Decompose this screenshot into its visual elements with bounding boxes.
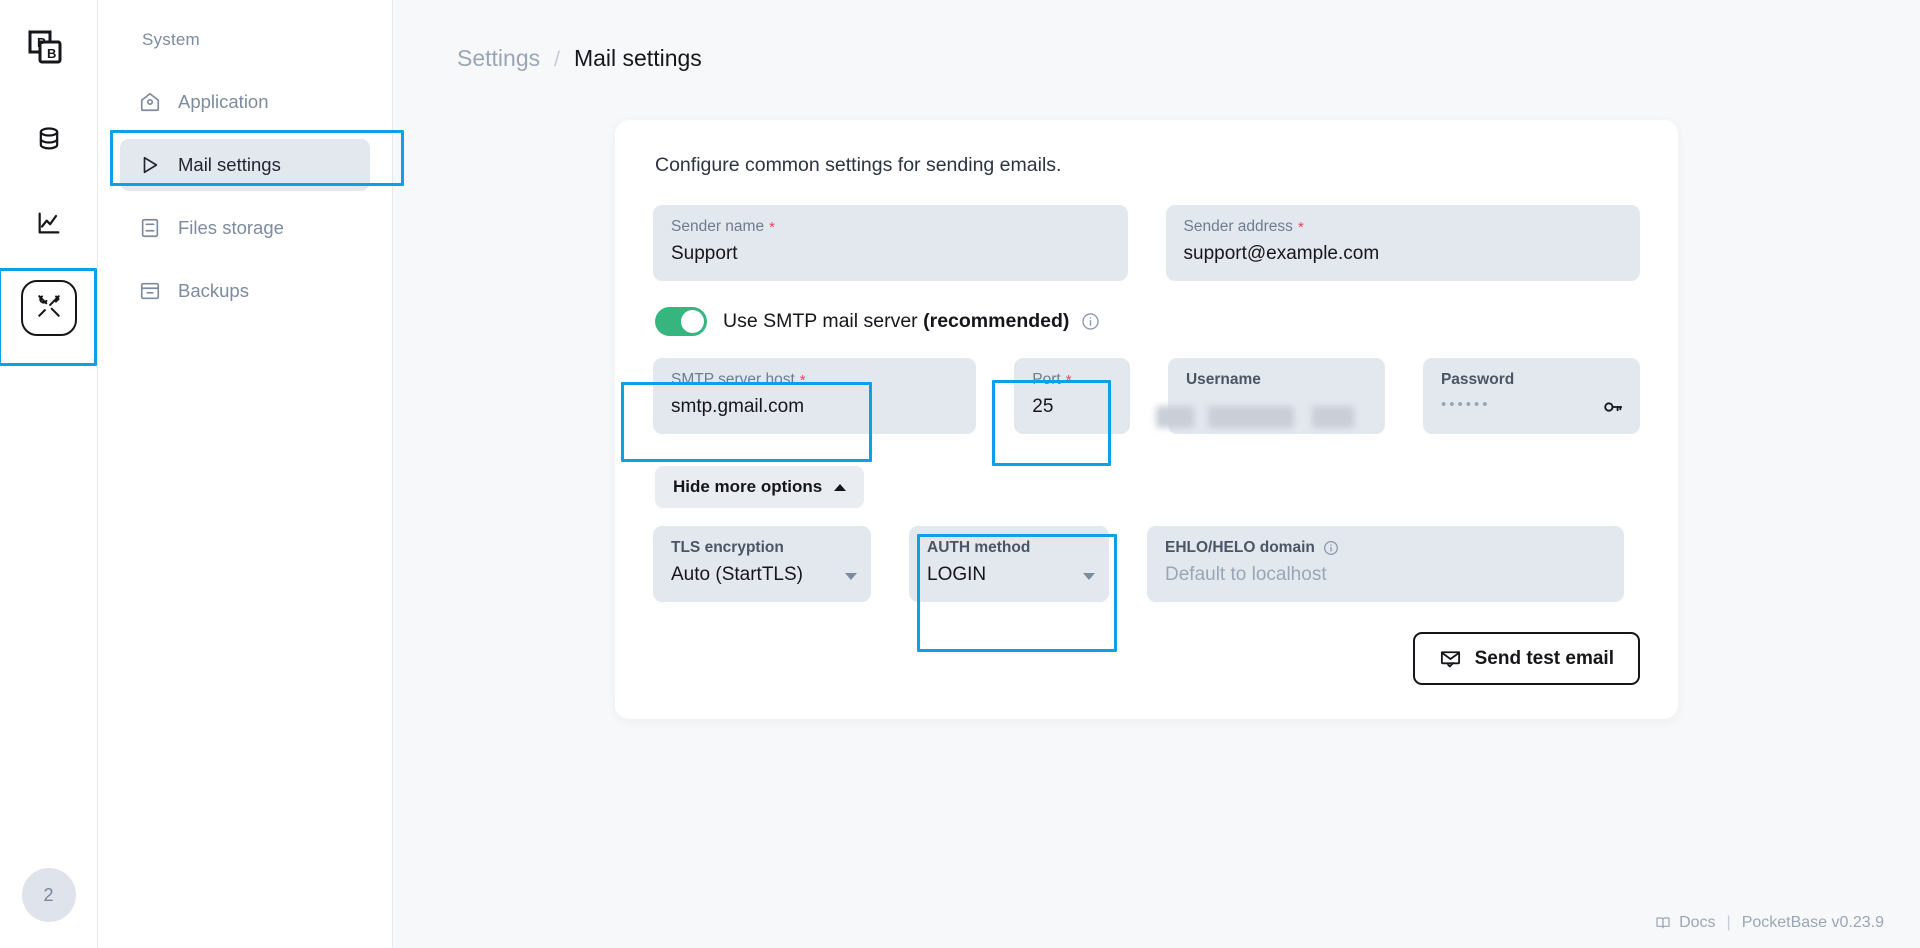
send-test-email-label: Send test email	[1474, 647, 1614, 669]
ehlo-domain-label: EHLO/HELO domain	[1165, 539, 1606, 557]
tools-icon	[36, 293, 62, 324]
ehlo-domain-placeholder: Default to localhost	[1165, 564, 1327, 585]
chevron-down-icon	[845, 573, 857, 580]
key-icon[interactable]	[1602, 396, 1624, 423]
hide-more-options-label: Hide more options	[673, 477, 823, 496]
hide-more-options-button[interactable]: Hide more options	[655, 466, 865, 508]
box-icon	[138, 279, 162, 303]
play-triangle-icon	[138, 153, 162, 177]
recommended-text: (recommended)	[923, 310, 1070, 332]
use-smtp-label: Use SMTP mail server (recommended)	[723, 310, 1070, 332]
port-value: 25	[1032, 396, 1054, 417]
required-marker: *	[769, 218, 775, 236]
username-label: Username	[1185, 371, 1261, 388]
smtp-host-value: smtp.gmail.com	[671, 396, 805, 417]
required-marker: *	[1065, 371, 1072, 389]
info-circle-icon[interactable]	[1081, 312, 1100, 331]
page-title: Mail settings	[573, 45, 702, 71]
sender-name-field[interactable]: Sender name * Support	[653, 205, 1128, 281]
avatar[interactable]: 2	[21, 868, 76, 922]
breadcrumb-parent[interactable]: Settings	[457, 45, 540, 72]
advanced-options-row: TLS encryption Auto (StartTLS) AUTH meth…	[653, 526, 1640, 602]
mail-settings-card: Configure common settings for sending em…	[615, 120, 1678, 719]
required-marker: *	[1297, 218, 1304, 236]
sidebar-item-label: Backups	[178, 280, 249, 301]
card-intro-text: Configure common settings for sending em…	[655, 154, 1062, 176]
tls-encryption-select[interactable]: TLS encryption Auto (StartTLS)	[653, 526, 871, 602]
card-actions: Send test email	[653, 632, 1640, 685]
use-smtp-toggle[interactable]	[655, 307, 707, 336]
smtp-host-field[interactable]: SMTP server host * smtp.gmail.com	[653, 358, 977, 434]
svg-text:B: B	[47, 46, 56, 61]
password-label: Password	[1440, 371, 1515, 388]
sidebar-item-files-storage[interactable]: Files storage	[120, 202, 370, 254]
smtp-toggle-row: Use SMTP mail server (recommended)	[655, 307, 1640, 336]
sender-address-value: support@example.com	[1183, 243, 1380, 264]
tls-encryption-value: Auto (StartTLS)	[671, 564, 803, 585]
footer: Docs | PocketBase v0.23.9	[1655, 914, 1884, 932]
auth-method-label: AUTH method	[927, 539, 1031, 556]
chevron-down-icon	[1083, 573, 1095, 580]
port-label: Port *	[1032, 371, 1072, 389]
footer-divider: |	[1726, 914, 1731, 931]
port-field[interactable]: Port * 25	[1014, 358, 1130, 434]
pocketbase-logo-icon[interactable]: P B	[22, 24, 76, 78]
breadcrumb: Settings / Mail settings	[393, 0, 1920, 72]
rail-item-settings[interactable]	[20, 280, 77, 336]
main-content: Settings / Mail settings Configure commo…	[393, 0, 1920, 948]
tls-encryption-label: TLS encryption	[671, 539, 784, 556]
database-icon	[35, 125, 63, 158]
book-icon	[1655, 915, 1671, 931]
sidebar: System Application Mail settings Files s…	[98, 0, 393, 948]
sidebar-item-mail-settings[interactable]: Mail settings	[120, 139, 370, 191]
required-marker: *	[799, 371, 806, 389]
home-gear-icon	[138, 90, 162, 114]
version-label: PocketBase v0.23.9	[1741, 914, 1884, 931]
chart-line-icon	[35, 209, 63, 242]
password-value: ••••••	[1440, 396, 1491, 413]
mail-check-icon	[1439, 647, 1462, 670]
app-root: P B 2 System Application Mail settings F…	[0, 0, 1920, 948]
ehlo-domain-field[interactable]: EHLO/HELO domain Default to localhost	[1147, 526, 1624, 602]
sidebar-item-backups[interactable]: Backups	[120, 265, 370, 317]
info-circle-icon[interactable]	[1323, 540, 1339, 556]
chevron-up-icon	[834, 483, 847, 491]
sidebar-item-application[interactable]: Application	[120, 76, 370, 128]
breadcrumb-separator: /	[554, 48, 560, 71]
sender-row: Sender name * Support Sender address * s…	[653, 205, 1640, 281]
svg-text:P: P	[37, 35, 46, 50]
sender-name-value: Support	[671, 243, 738, 264]
username-field[interactable]: Username	[1155, 358, 1385, 434]
send-test-email-button[interactable]: Send test email	[1412, 632, 1640, 685]
rail-item-logs[interactable]	[20, 196, 78, 254]
smtp-host-label: SMTP server host *	[671, 371, 806, 389]
username-redacted-value	[1155, 402, 1368, 432]
sidebar-item-label: Application	[178, 91, 269, 112]
auth-method-select[interactable]: AUTH method LOGIN	[909, 526, 1109, 602]
docs-label: Docs	[1679, 914, 1716, 931]
sender-address-field[interactable]: Sender address * support@example.com	[1165, 205, 1640, 281]
sidebar-item-label: Mail settings	[178, 154, 281, 175]
auth-method-value: LOGIN	[927, 564, 987, 585]
archive-icon	[138, 216, 162, 240]
icon-rail: P B 2	[0, 0, 98, 948]
password-field[interactable]: Password ••••••	[1422, 358, 1640, 434]
toggle-knob	[681, 310, 704, 333]
docs-link[interactable]: Docs	[1655, 914, 1716, 932]
rail-item-collections[interactable]	[20, 112, 78, 170]
sidebar-title: System	[142, 30, 200, 49]
sidebar-item-label: Files storage	[178, 217, 284, 238]
sender-address-label: Sender address *	[1183, 218, 1304, 236]
smtp-connection-row: SMTP server host * smtp.gmail.com Port *…	[653, 358, 1640, 434]
sender-name-label: Sender name *	[671, 218, 775, 236]
